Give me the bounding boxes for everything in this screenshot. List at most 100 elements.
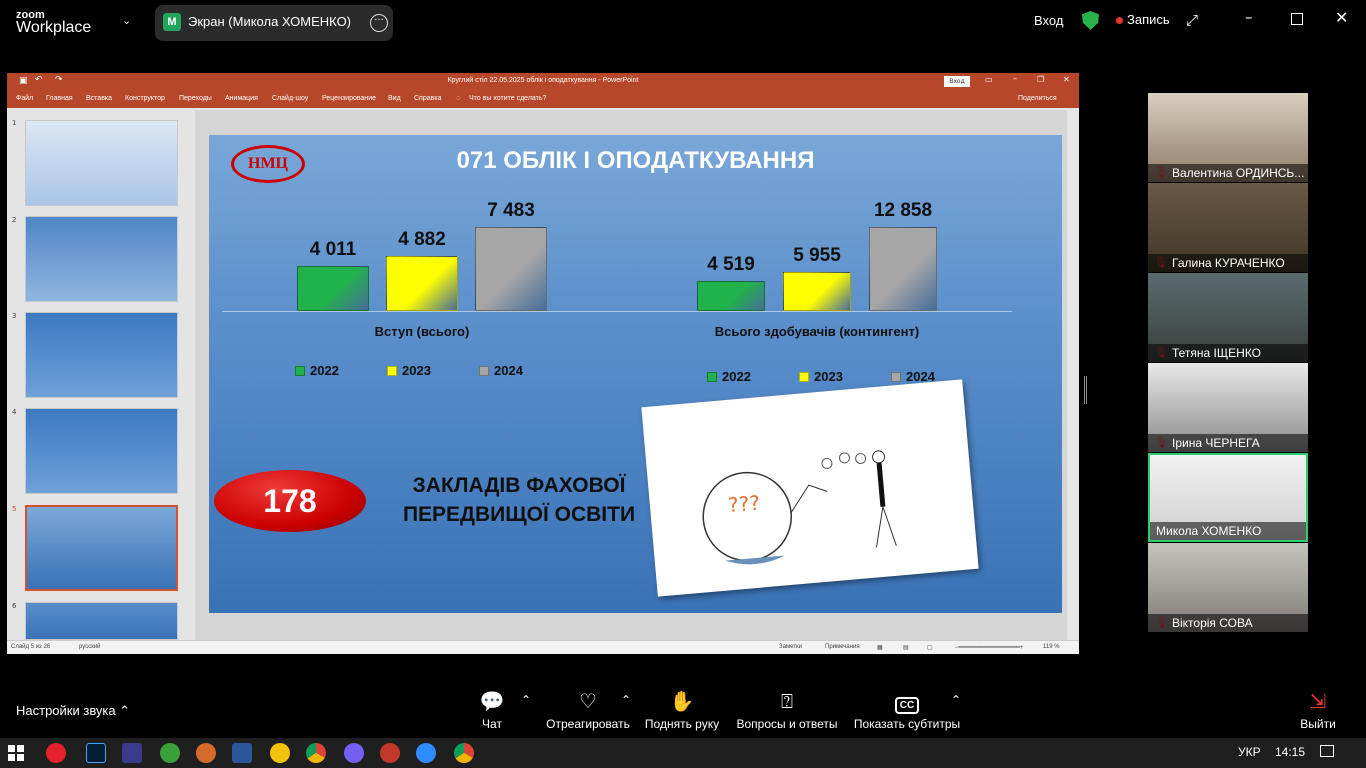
zoom-slider[interactable]: −━━━━━━━━━━━━━━━━━+ xyxy=(955,644,1023,651)
chart-bar xyxy=(297,266,369,311)
leave-button[interactable]: ⇲ Выйти xyxy=(1296,687,1340,731)
chart-baseline xyxy=(222,311,622,312)
ribbon-tabs: Файл Главная Вставка Конструктор Переход… xyxy=(7,91,1079,108)
tab-review[interactable]: Рецензирование xyxy=(322,95,376,102)
chart-legend-item: 2022 xyxy=(295,363,339,378)
powerpoint-window: ▣ ↶ ↷ Круглий стіл 22.05.2025 облік і оп… xyxy=(7,73,1079,654)
notes-button[interactable]: Заметки xyxy=(779,644,802,650)
cartoon-image: ??? xyxy=(641,379,979,597)
tab-view[interactable]: Вид xyxy=(388,95,401,102)
slide-thumbnail-2[interactable] xyxy=(25,216,178,302)
language[interactable]: русский xyxy=(79,644,101,650)
tab-design[interactable]: Конструктор xyxy=(125,95,165,102)
participant-tile[interactable]: 🎙 Тетяна ІЩЕНКО xyxy=(1148,273,1308,362)
app-icon[interactable] xyxy=(122,743,142,763)
chart-bar xyxy=(783,272,851,311)
tab-transitions[interactable]: Переходы xyxy=(179,95,212,102)
slide-thumbnail-3[interactable] xyxy=(25,312,178,398)
app-icon[interactable] xyxy=(270,743,290,763)
chart-value-label: 4 011 xyxy=(309,239,357,260)
record-label[interactable]: Запись xyxy=(1127,12,1170,27)
windows-start-icon[interactable] xyxy=(8,745,24,761)
record-dot-icon xyxy=(1116,17,1123,24)
comments-button[interactable]: Примечания xyxy=(825,644,860,650)
clock[interactable]: 14:15 xyxy=(1275,745,1305,759)
chevron-up-icon[interactable]: ⌃ xyxy=(951,693,961,707)
participant-name: Ірина ЧЕРНЕГА xyxy=(1148,434,1308,452)
viber-icon[interactable] xyxy=(344,743,364,763)
thumb-number: 2 xyxy=(12,216,17,224)
close-icon[interactable]: ✕ xyxy=(1335,8,1348,27)
hand-icon: ✋ xyxy=(669,691,695,713)
normal-view-icon[interactable]: ▦ xyxy=(877,644,883,651)
participant-name: Галина КУРАЧЕНКО xyxy=(1148,254,1308,272)
participant-tile[interactable]: 🎙 Ірина ЧЕРНЕГА xyxy=(1148,363,1308,452)
exit-icon: ⇲ xyxy=(1309,691,1327,713)
expand-icon[interactable]: ⤢ xyxy=(1186,11,1198,29)
slide-thumbnail-1[interactable] xyxy=(25,120,178,206)
avatar: M xyxy=(163,13,181,31)
app-icon[interactable] xyxy=(196,743,216,763)
slide-sorter-icon[interactable]: ▤ xyxy=(903,644,909,651)
participant-tile[interactable]: 🎙 Галина КУРАЧЕНКО xyxy=(1148,183,1308,272)
app-icon[interactable] xyxy=(160,743,180,763)
share-button[interactable]: Поделиться xyxy=(1018,95,1057,102)
restore-icon[interactable] xyxy=(1291,13,1303,25)
slide-thumbnail-5[interactable] xyxy=(25,505,178,591)
login-button[interactable]: Вход xyxy=(1034,13,1063,28)
tab-file[interactable]: Файл xyxy=(16,95,33,102)
chevron-down-icon[interactable]: ⌄ xyxy=(122,14,131,27)
legend-swatch xyxy=(799,372,809,382)
chart-legend-item: 2024 xyxy=(479,363,523,378)
chat-button[interactable]: 💬 Чат xyxy=(472,687,512,731)
ppt-restore-icon[interactable]: ❐ xyxy=(1037,75,1044,84)
participant-name: Валентина ОРДИНСЬ... xyxy=(1148,164,1308,182)
tab-help[interactable]: Справка xyxy=(414,95,441,102)
zoom-icon[interactable] xyxy=(416,743,436,763)
notification-icon[interactable] xyxy=(1320,745,1334,757)
tab-insert[interactable]: Вставка xyxy=(86,95,112,102)
ppt-close-icon[interactable]: ✕ xyxy=(1063,75,1070,84)
zoom-level[interactable]: 119 % xyxy=(1043,644,1060,650)
tell-me-input[interactable]: Что вы хотите сделать? xyxy=(469,95,546,102)
count-ellipse: 178 xyxy=(214,470,366,532)
captions-button[interactable]: CC Показать субтитры xyxy=(852,687,962,731)
chevron-up-icon[interactable]: ⌃ xyxy=(521,693,531,707)
word-icon[interactable] xyxy=(232,743,252,763)
chrome-icon[interactable] xyxy=(454,743,474,763)
opera-icon[interactable] xyxy=(46,743,66,763)
app-icon[interactable] xyxy=(380,743,400,763)
ppt-login-button[interactable]: Вход xyxy=(944,76,970,87)
chevron-up-icon: ⌃ xyxy=(119,703,131,718)
chart-legend-item: 2023 xyxy=(799,369,843,384)
language-indicator[interactable]: УКР xyxy=(1238,745,1261,759)
chrome-icon[interactable] xyxy=(306,743,326,763)
participant-tile[interactable]: 🎙 Вікторія СОВА xyxy=(1148,543,1308,632)
ppt-minimize-icon[interactable]: – xyxy=(1013,74,1017,83)
thumb-number: 5 xyxy=(12,505,17,513)
ribbon-display-icon[interactable]: ▭ xyxy=(985,75,993,84)
more-icon[interactable]: ··· xyxy=(370,14,388,32)
audio-settings-button[interactable]: Настройки звука ⌃ xyxy=(16,703,130,719)
tab-slideshow[interactable]: Слайд-шоу xyxy=(272,95,308,102)
chevron-up-icon[interactable]: ⌃ xyxy=(621,693,631,707)
thumb-number: 6 xyxy=(12,602,17,610)
participant-tile-active[interactable]: Микола ХОМЕНКО xyxy=(1148,453,1308,542)
tab-home[interactable]: Главная xyxy=(46,95,73,102)
raise-hand-button[interactable]: ✋ Поднять руку xyxy=(642,687,722,731)
slide-thumbnail-4[interactable] xyxy=(25,408,178,494)
thumb-number: 4 xyxy=(12,408,17,416)
legend-label: 2022 xyxy=(310,363,339,378)
qa-label: Вопросы и ответы xyxy=(736,717,838,731)
resize-handle[interactable] xyxy=(1084,376,1087,404)
shield-icon[interactable] xyxy=(1082,11,1099,30)
qa-button[interactable]: ⍰ Вопросы и ответы xyxy=(734,687,840,731)
minimize-icon[interactable]: – xyxy=(1245,8,1253,26)
react-button[interactable]: ♡ Отреагировать xyxy=(543,687,633,731)
slide-thumbnail-6[interactable] xyxy=(25,602,178,640)
cc-icon: CC xyxy=(852,687,962,717)
photoshop-icon[interactable] xyxy=(86,743,106,763)
tab-animations[interactable]: Анимация xyxy=(225,95,258,102)
reading-view-icon[interactable]: ▢ xyxy=(927,644,933,651)
participant-tile[interactable]: 🎙 Валентина ОРДИНСЬ... xyxy=(1148,93,1308,182)
